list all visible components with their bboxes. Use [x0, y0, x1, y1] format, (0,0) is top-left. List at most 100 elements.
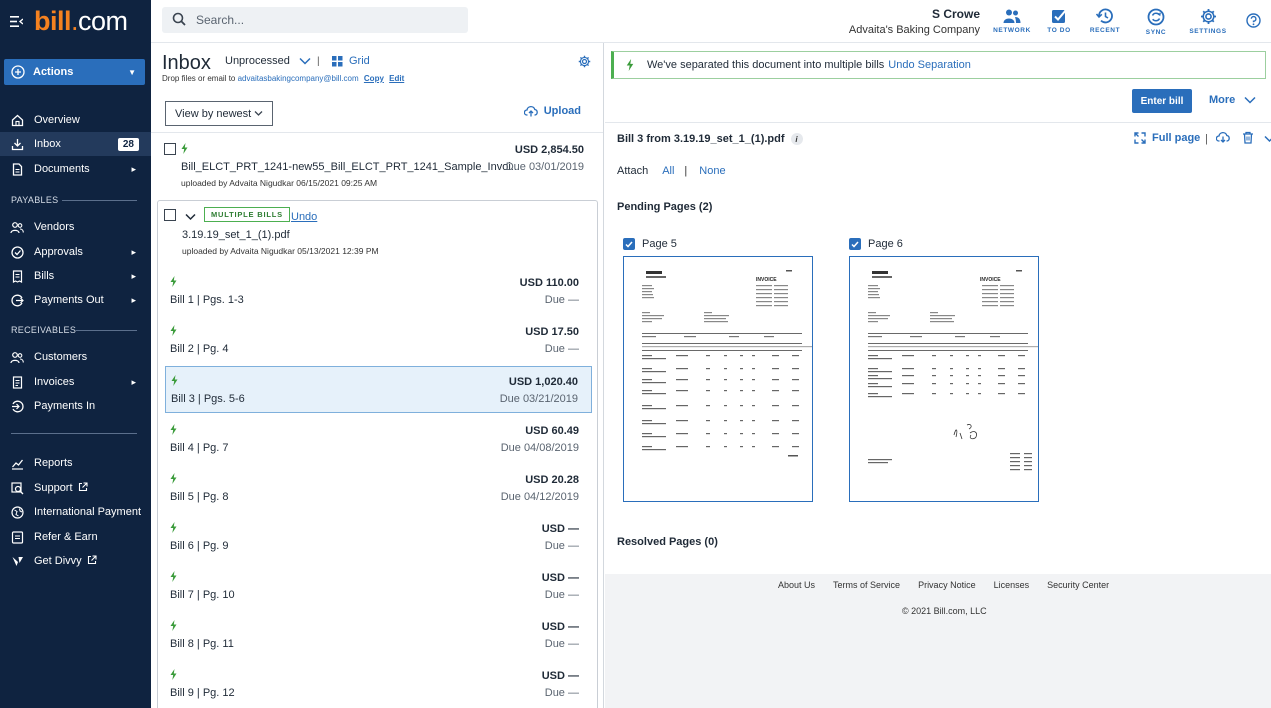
network-icon	[1003, 9, 1021, 23]
chevron-right-icon: ▸	[131, 294, 136, 305]
info-icon[interactable]: i	[790, 133, 803, 145]
sidebar-item-label: Documents	[34, 163, 90, 175]
sidebar-item-documents[interactable]: Documents ▸	[0, 157, 151, 181]
sidebar-item-customers[interactable]: Customers	[0, 345, 151, 369]
bill-amount: USD —	[541, 621, 579, 633]
bill-row[interactable]: Bill 5 | Pg. 8 USD 20.28 Due 04/12/2019	[165, 465, 592, 512]
collapse-menu-icon[interactable]	[8, 15, 24, 29]
group-checkbox[interactable]	[164, 209, 176, 221]
enter-bill-button[interactable]: Enter bill	[1132, 89, 1192, 113]
user-name: S Crowe	[931, 7, 980, 21]
search-input[interactable]	[196, 13, 456, 27]
bill-label: Bill 2 | Pg. 4	[170, 343, 229, 355]
chevron-down-icon[interactable]	[185, 210, 196, 224]
inbox-settings-button[interactable]	[578, 55, 591, 71]
sidebar-item-inbox[interactable]: Inbox 28	[0, 132, 151, 156]
chevron-down-icon[interactable]	[1264, 132, 1271, 146]
sidebar-item-get-divvy[interactable]: Get Divvy	[0, 549, 151, 573]
todo-button[interactable]: TO DO	[1037, 8, 1081, 34]
sidebar-item-approvals[interactable]: Approvals ▸	[0, 240, 151, 264]
sidebar-item-label: Refer & Earn	[34, 531, 98, 543]
more-dropdown[interactable]: More	[1209, 94, 1256, 106]
page-checkbox[interactable]	[623, 238, 635, 250]
bill-row[interactable]: Bill 2 | Pg. 4 USD 17.50 Due —	[165, 317, 592, 364]
plus-circle-icon	[11, 65, 25, 79]
thumb-title: INVOICE	[980, 277, 1001, 283]
page-checkbox[interactable]	[849, 238, 861, 250]
sync-button[interactable]: SYNC	[1134, 8, 1178, 36]
sidebar-item-support[interactable]: Support	[0, 476, 151, 500]
footer-link-about[interactable]: About Us	[778, 580, 815, 590]
sidebar-item-reports[interactable]: Reports	[0, 451, 151, 475]
bill-row[interactable]: Bill 1 | Pgs. 1-3 USD 110.00 Due —	[165, 268, 592, 315]
bill-detail-panel: We've separated this document into multi…	[605, 43, 1271, 708]
bolt-icon	[170, 276, 177, 290]
edit-email-link[interactable]: Edit	[389, 74, 404, 83]
copy-email-link[interactable]: Copy	[364, 74, 384, 83]
bill-amount: USD 17.50	[525, 326, 579, 338]
inbox-email-link[interactable]: advaitasbakingcompany@bill.com	[238, 74, 359, 83]
group-file-name: 3.19.19_set_1_(1).pdf	[182, 229, 290, 241]
sidebar-item-label: Support	[34, 482, 73, 494]
sidebar-item-overview[interactable]: Overview	[0, 108, 151, 132]
drop-text: Drop files or email to	[162, 74, 236, 83]
bill-row[interactable]: Bill 6 | Pg. 9 USD — Due —	[165, 514, 592, 561]
full-page-button[interactable]: Full page	[1134, 132, 1200, 144]
separator: |	[317, 56, 320, 67]
network-button[interactable]: NETWORK	[990, 8, 1034, 34]
sidebar-item-invoices[interactable]: Invoices ▸	[0, 370, 151, 394]
attach-none-link[interactable]: None	[699, 165, 725, 177]
bill-row[interactable]: Bill 8 | Pg. 11 USD — Due —	[165, 612, 592, 659]
sort-select[interactable]: View by newest	[165, 101, 273, 126]
user-info[interactable]: S Crowe Advaita's Baking Company	[849, 7, 980, 36]
page-card[interactable]: Page 5 INVOICE	[623, 238, 813, 502]
people-icon	[10, 220, 24, 234]
help-button[interactable]	[1231, 13, 1271, 28]
footer-link-terms[interactable]: Terms of Service	[833, 580, 900, 590]
search-box[interactable]	[162, 7, 468, 33]
invoice-preview: INVOICE	[642, 270, 812, 457]
attach-all-link[interactable]: All	[662, 165, 674, 177]
download-icon[interactable]	[1215, 131, 1230, 147]
footer-link-security[interactable]: Security Center	[1047, 580, 1109, 590]
sidebar-item-refer-earn[interactable]: Refer & Earn	[0, 525, 151, 549]
thumb-title: INVOICE	[756, 277, 777, 283]
sidebar-item-label: Invoices	[34, 376, 75, 388]
page-card[interactable]: Page 6 INVOICE	[849, 238, 1039, 502]
bolt-icon	[170, 522, 177, 536]
bill-logo[interactable]: bill.com	[34, 6, 128, 37]
footer-link-licenses[interactable]: Licenses	[994, 580, 1030, 590]
cloud-upload-icon	[523, 105, 538, 117]
actions-button[interactable]: Actions ▼	[4, 59, 145, 85]
bill-row[interactable]: Bill 7 | Pg. 10 USD — Due —	[165, 563, 592, 610]
footer-link-privacy[interactable]: Privacy Notice	[918, 580, 976, 590]
bill-due: Due —	[544, 294, 579, 306]
page-thumbnail[interactable]: INVOICE	[849, 256, 1039, 502]
bill-label: Bill 7 | Pg. 10	[170, 589, 235, 601]
sidebar-item-vendors[interactable]: Vendors	[0, 215, 151, 239]
bill-row[interactable]: Bill 4 | Pg. 7 USD 60.49 Due 04/08/2019	[165, 416, 592, 463]
inbox-count-badge: 28	[117, 137, 139, 151]
bill-title: Bill 3 from 3.19.19_set_1_(1).pdf i	[617, 133, 803, 145]
upload-button[interactable]: Upload	[523, 105, 581, 117]
inbox-file-row[interactable]: Bill_ELCT_PRT_1241-new55_Bill_ELCT_PRT_1…	[151, 135, 603, 195]
row-checkbox[interactable]	[164, 143, 176, 155]
trash-icon[interactable]	[1242, 131, 1254, 147]
settings-button[interactable]: SETTINGS	[1186, 8, 1230, 35]
sidebar-item-label: Approvals	[34, 246, 83, 258]
sidebar-item-bills[interactable]: Bills ▸	[0, 264, 151, 288]
undo-link[interactable]: Undo	[291, 211, 317, 223]
inbox-download-icon	[10, 137, 24, 151]
status-filter-dropdown[interactable]: Unprocessed	[225, 55, 311, 67]
sidebar-item-international-payment[interactable]: International Payment	[0, 500, 151, 524]
page-thumbnail[interactable]: INVOICE	[623, 256, 813, 502]
bill-label: Bill 1 | Pgs. 1-3	[170, 294, 244, 306]
bill-row-selected[interactable]: Bill 3 | Pgs. 5-6 USD 1,020.40 Due 03/21…	[165, 366, 592, 413]
sidebar-item-payments-in[interactable]: Payments In	[0, 394, 151, 418]
bill-row[interactable]: Bill 9 | Pg. 12 USD — Due —	[165, 661, 592, 708]
sidebar-item-payments-out[interactable]: Payments Out ▸	[0, 288, 151, 312]
chevron-down-icon	[299, 57, 311, 65]
undo-separation-link[interactable]: Undo Separation	[888, 59, 971, 71]
grid-view-button[interactable]: Grid	[332, 55, 370, 67]
recent-button[interactable]: RECENT	[1083, 8, 1127, 34]
